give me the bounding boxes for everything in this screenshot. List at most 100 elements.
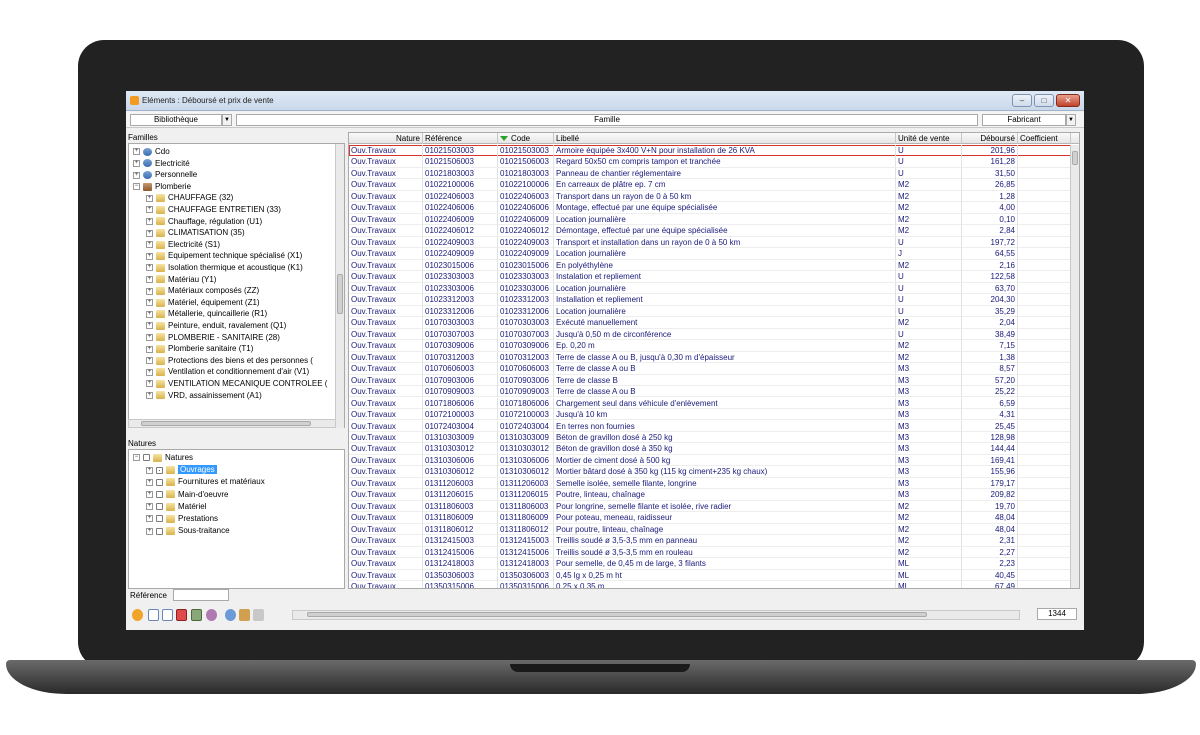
table-row[interactable]: Ouv.Travaux 01023312006 01023312006 Locatio…	[349, 305, 1071, 318]
col-reference-header[interactable]: Référence	[423, 133, 498, 144]
expand-icon[interactable]: +	[146, 229, 153, 237]
families-vscroll-thumb[interactable]	[337, 274, 343, 314]
family-item[interactable]: + Peinture, enduit, ravalement (Q1)	[146, 320, 286, 332]
nature-checkbox[interactable]	[156, 478, 163, 486]
family-item[interactable]: + Electricité	[133, 158, 190, 170]
col-code-header[interactable]: Code	[498, 133, 554, 144]
table-row[interactable]: Ouv.Travaux 01070909003 01070909003 Terre d…	[349, 386, 1071, 398]
reference-input[interactable]	[173, 589, 229, 601]
library-dropdown-arrow[interactable]: ▼	[222, 114, 232, 126]
expand-icon[interactable]: +	[146, 333, 153, 341]
nature-item[interactable]: + Matériel	[146, 501, 206, 513]
table-row[interactable]: Ouv.Travaux 01021803003 01021803003 Panneau…	[349, 167, 1071, 180]
nature-checkbox[interactable]	[143, 454, 150, 462]
table-row[interactable]: Ouv.Travaux 01070307003 01070307003 Jusqu'à…	[349, 328, 1071, 341]
expand-icon[interactable]: +	[146, 515, 153, 523]
family-item[interactable]: + Matériel, équipement (Z1)	[146, 297, 260, 309]
grid-vscroll-thumb[interactable]	[1072, 151, 1078, 165]
expand-icon[interactable]: +	[146, 241, 153, 249]
table-row[interactable]: Ouv.Travaux 01023312003 01023312003 Install…	[349, 294, 1071, 306]
family-item[interactable]: + CLIMATISATION (35)	[146, 227, 245, 239]
nature-checkbox[interactable]	[156, 515, 163, 523]
new-document-icon[interactable]	[148, 609, 159, 621]
table-row[interactable]: Ouv.Travaux 01021506003 01021506003 Regard …	[349, 156, 1071, 168]
expand-icon[interactable]: +	[146, 264, 153, 272]
manufacturer-dropdown-arrow[interactable]: ▼	[1066, 114, 1076, 126]
expand-icon[interactable]: +	[133, 159, 140, 167]
family-item[interactable]: + Protections des biens et des personnes …	[146, 355, 313, 367]
grid-vscrollbar[interactable]	[1070, 145, 1079, 588]
table-icon[interactable]	[191, 609, 202, 621]
nature-item[interactable]: − Natures	[133, 452, 193, 464]
table-row[interactable]: Ouv.Travaux 01310303009 01310303009 Béton d…	[349, 432, 1071, 444]
expand-icon[interactable]: +	[146, 503, 153, 511]
expand-icon[interactable]: +	[146, 322, 153, 330]
manufacturer-selector[interactable]: Fabricant	[982, 114, 1066, 126]
table-row[interactable]: Ouv.Travaux 01023303006 01023303006 Locatio…	[349, 282, 1071, 295]
nature-checkbox[interactable]	[156, 527, 163, 535]
table-row[interactable]: Ouv.Travaux 01071806006 01071806006 Chargem…	[349, 397, 1071, 409]
expand-icon[interactable]: +	[146, 490, 153, 498]
expand-icon[interactable]: +	[146, 275, 153, 283]
table-row[interactable]: Ouv.Travaux 01070303003 01070303003 Exécuté…	[349, 317, 1071, 329]
expand-icon[interactable]: +	[146, 466, 153, 474]
table-row[interactable]: Ouv.Travaux 01022406009 01022406009 Locatio…	[349, 213, 1071, 226]
families-hscrollbar[interactable]	[128, 419, 336, 428]
family-item[interactable]: + Matériaux composés (ZZ)	[146, 285, 259, 297]
expand-icon[interactable]: +	[146, 478, 153, 486]
table-row[interactable]: Ouv.Travaux 01023015006 01023015006 En poly…	[349, 259, 1071, 272]
nature-checkbox[interactable]	[156, 490, 163, 498]
expand-icon[interactable]: +	[146, 194, 153, 202]
table-row[interactable]: Ouv.Travaux 01022409009 01022409009 Locatio…	[349, 248, 1071, 260]
expand-icon[interactable]: +	[146, 299, 153, 307]
nature-item[interactable]: + Ouvrages	[146, 464, 217, 476]
family-item[interactable]: + Plomberie sanitaire (T1)	[146, 343, 253, 355]
family-item[interactable]: + CHAUFFAGE ENTRETIEN (33)	[146, 204, 281, 216]
col-debourse-header[interactable]: Déboursé	[962, 133, 1018, 144]
family-item[interactable]: + Equipement technique spécialisé (X1)	[146, 250, 302, 262]
delete-document-icon[interactable]	[176, 609, 187, 621]
copy-document-icon[interactable]	[162, 609, 173, 621]
library-selector[interactable]: Bibliothèque	[130, 114, 222, 126]
collapse-icon[interactable]: −	[133, 183, 140, 191]
nature-checkbox[interactable]	[156, 466, 163, 474]
nature-item[interactable]: + Sous-traitance	[146, 525, 230, 537]
table-row-highlighted[interactable]: Ouv.Travaux 01021503003 01021503003 Armoire…	[349, 145, 1071, 157]
table-row[interactable]: Ouv.Travaux 01310303012 01310303012 Béton d…	[349, 443, 1071, 455]
table-row[interactable]: Ouv.Travaux 01070312003 01070312003 Terre d…	[349, 351, 1071, 364]
pencil-icon[interactable]	[132, 609, 143, 621]
table-row[interactable]: Ouv.Travaux 01022406006 01022406006 Montage…	[349, 202, 1071, 214]
expand-icon[interactable]: +	[133, 171, 140, 179]
grid-hscrollbar[interactable]	[292, 610, 1020, 620]
families-vscrollbar[interactable]	[335, 144, 344, 428]
table-row[interactable]: Ouv.Travaux 01022406012 01022406012 Démonta…	[349, 225, 1071, 237]
family-item[interactable]: + Matériau (Y1)	[146, 274, 216, 286]
table-row[interactable]: Ouv.Travaux 01022409003 01022409003 Transpo…	[349, 236, 1071, 249]
maximize-button[interactable]: □	[1034, 94, 1054, 107]
table-row[interactable]: Ouv.Travaux 01022100006 01022100006 En carr…	[349, 179, 1071, 191]
collapse-icon[interactable]: −	[133, 454, 140, 462]
family-item[interactable]: + Métallerie, quincaillerie (R1)	[146, 308, 267, 320]
table-row[interactable]: Ouv.Travaux 01350306003 01350306003 0,45 lg…	[349, 569, 1071, 582]
table-row[interactable]: Ouv.Travaux 01072100003 01072100003 Jusqu'à…	[349, 409, 1071, 421]
expand-icon[interactable]: +	[146, 391, 153, 399]
family-item[interactable]: + PLOMBERIE - SANITAIRE (28)	[146, 332, 280, 344]
col-libelle-header[interactable]: Libellé	[554, 133, 896, 144]
expand-icon[interactable]: +	[146, 206, 153, 214]
table-row[interactable]: Ouv.Travaux 01312415003 01312415003 Treilli…	[349, 535, 1071, 547]
family-item[interactable]: + VENTILATION MECANIQUE CONTROLEE (	[146, 378, 327, 390]
family-item[interactable]: + Electricité (S1)	[146, 239, 220, 251]
family-item[interactable]: − Plomberie	[133, 181, 191, 193]
table-row[interactable]: Ouv.Travaux 01311806009 01311806009 Pour po…	[349, 512, 1071, 524]
expand-icon[interactable]: +	[146, 252, 153, 260]
family-item[interactable]: + Cdo	[133, 146, 170, 158]
expand-icon[interactable]: +	[146, 357, 153, 365]
table-row[interactable]: Ouv.Travaux 01310306006 01310306006 Mortier…	[349, 454, 1071, 467]
table-row[interactable]: Ouv.Travaux 01022406003 01022406003 Transpo…	[349, 190, 1071, 203]
table-row[interactable]: Ouv.Travaux 01070606003 01070606003 Terre d…	[349, 363, 1071, 375]
table-row[interactable]: Ouv.Travaux 01310306012 01310306012 Mortier…	[349, 466, 1071, 478]
family-item[interactable]: + Personnelle	[133, 169, 197, 181]
col-nature-header[interactable]: Nature	[349, 133, 423, 144]
expand-icon[interactable]: +	[146, 345, 153, 353]
table-row[interactable]: Ouv.Travaux 01311206015 01311206015 Poutre,…	[349, 489, 1071, 501]
